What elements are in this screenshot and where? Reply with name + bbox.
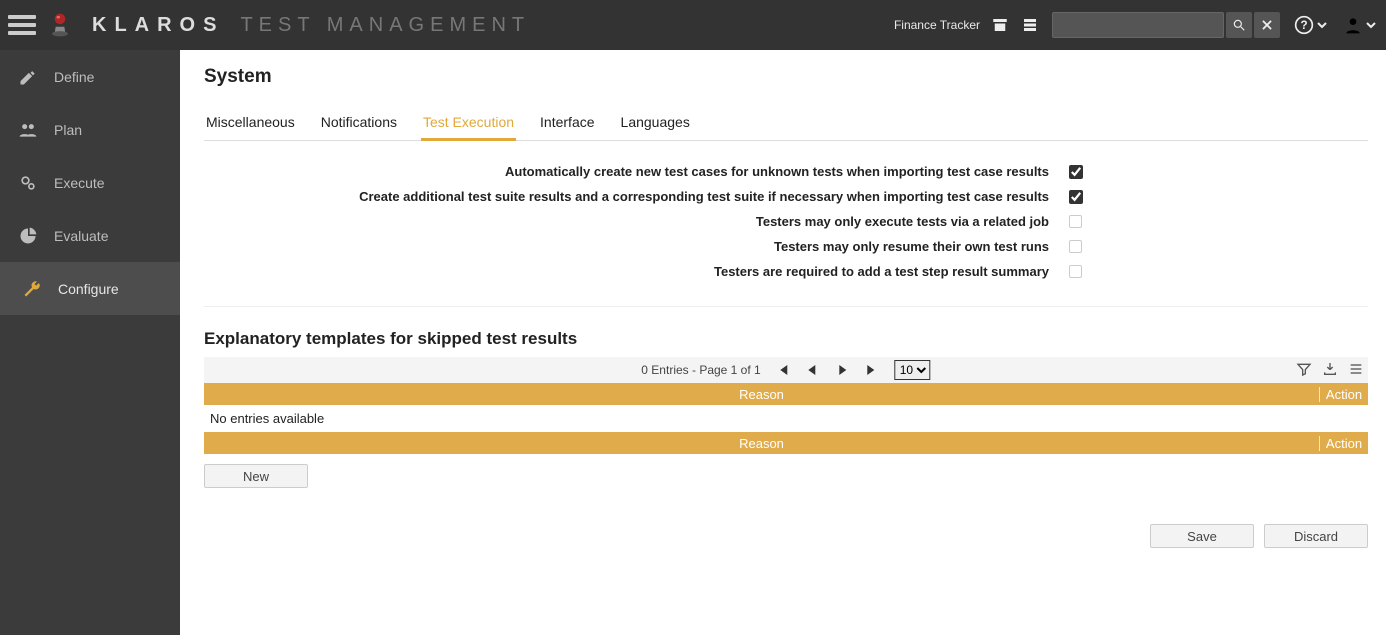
- new-button[interactable]: New: [204, 464, 308, 488]
- svg-text:?: ?: [1300, 19, 1307, 32]
- sidebar-item-execute[interactable]: Execute: [0, 156, 180, 209]
- brand-strong: KLAROS: [92, 14, 224, 37]
- chevron-down-icon: [1366, 20, 1376, 30]
- setting-checkbox-additional-suite[interactable]: [1069, 190, 1083, 204]
- stack-icon[interactable]: [1018, 13, 1042, 37]
- clear-search-button[interactable]: [1254, 12, 1280, 38]
- sidebar-item-evaluate[interactable]: Evaluate: [0, 209, 180, 262]
- sidebar-item-label: Configure: [58, 281, 119, 297]
- sidebar: Define Plan Execute Evaluate Configure: [0, 50, 180, 635]
- people-icon: [16, 120, 40, 140]
- pager-first-icon[interactable]: [775, 362, 791, 378]
- pager-next-icon[interactable]: [835, 362, 851, 378]
- brand-sub: TEST MANAGEMENT: [240, 14, 530, 37]
- sidebar-item-label: Define: [54, 69, 94, 85]
- setting-checkbox-resume-own[interactable]: [1069, 240, 1082, 253]
- setting-label: Create additional test suite results and…: [204, 189, 1069, 204]
- brand-title: KLAROS TEST MANAGEMENT: [92, 14, 530, 37]
- search-button[interactable]: [1226, 12, 1252, 38]
- save-button[interactable]: Save: [1150, 524, 1254, 548]
- search-cluster: [1052, 12, 1280, 38]
- tab-miscellaneous[interactable]: Miscellaneous: [204, 108, 297, 140]
- help-menu[interactable]: ?: [1294, 15, 1327, 35]
- edit-icon: [16, 67, 40, 87]
- templates-section-title: Explanatory templates for skipped test r…: [204, 329, 1368, 349]
- main-content: System Miscellaneous Notifications Test …: [180, 50, 1386, 635]
- sidebar-item-configure[interactable]: Configure: [0, 262, 180, 315]
- pager-bar: 0 Entries - Page 1 of 1 10: [204, 357, 1368, 383]
- project-label: Finance Tracker: [894, 18, 980, 32]
- settings-form: Automatically create new test cases for …: [204, 159, 1368, 307]
- menu-icon[interactable]: [8, 11, 36, 39]
- sidebar-item-label: Evaluate: [54, 228, 108, 244]
- pager-prev-icon[interactable]: [805, 362, 821, 378]
- pie-chart-icon: [16, 226, 40, 246]
- user-menu[interactable]: [1343, 15, 1376, 35]
- table-footer: Reason Action: [204, 432, 1368, 454]
- search-input[interactable]: [1052, 12, 1224, 38]
- pager-text: 0 Entries - Page 1 of 1: [641, 363, 760, 377]
- discard-button[interactable]: Discard: [1264, 524, 1368, 548]
- top-bar: KLAROS TEST MANAGEMENT Finance Tracker ?: [0, 0, 1386, 50]
- page-size-select[interactable]: 10: [895, 360, 931, 380]
- tab-row: Miscellaneous Notifications Test Executi…: [204, 108, 1368, 141]
- tab-languages[interactable]: Languages: [619, 108, 692, 140]
- tab-notifications[interactable]: Notifications: [319, 108, 399, 140]
- sidebar-item-label: Execute: [54, 175, 105, 191]
- columns-menu-icon[interactable]: [1348, 361, 1364, 380]
- footer-actions: Save Discard: [204, 524, 1368, 548]
- table-empty-text: No entries available: [204, 405, 1368, 432]
- col-reason: Reason: [204, 436, 1320, 451]
- archive-icon[interactable]: [988, 13, 1012, 37]
- pager-last-icon[interactable]: [865, 362, 881, 378]
- wrench-icon: [20, 279, 44, 299]
- app-logo: [46, 11, 74, 39]
- setting-checkbox-related-job[interactable]: [1069, 215, 1082, 228]
- col-action: Action: [1320, 387, 1368, 402]
- chevron-down-icon: [1317, 20, 1327, 30]
- tab-interface[interactable]: Interface: [538, 108, 596, 140]
- page-title: System: [204, 66, 1368, 88]
- table-header: Reason Action: [204, 383, 1368, 405]
- sidebar-item-label: Plan: [54, 122, 82, 138]
- download-icon[interactable]: [1322, 361, 1338, 380]
- gears-icon: [16, 173, 40, 193]
- col-action: Action: [1320, 436, 1368, 451]
- setting-checkbox-step-summary[interactable]: [1069, 265, 1082, 278]
- sidebar-item-define[interactable]: Define: [0, 50, 180, 103]
- setting-label: Automatically create new test cases for …: [204, 164, 1069, 179]
- filter-icon[interactable]: [1296, 361, 1312, 380]
- setting-checkbox-auto-create[interactable]: [1069, 165, 1083, 179]
- tab-test-execution[interactable]: Test Execution: [421, 108, 516, 141]
- sidebar-item-plan[interactable]: Plan: [0, 103, 180, 156]
- col-reason: Reason: [204, 387, 1320, 402]
- setting-label: Testers may only resume their own test r…: [204, 239, 1069, 254]
- setting-label: Testers may only execute tests via a rel…: [204, 214, 1069, 229]
- setting-label: Testers are required to add a test step …: [204, 264, 1069, 279]
